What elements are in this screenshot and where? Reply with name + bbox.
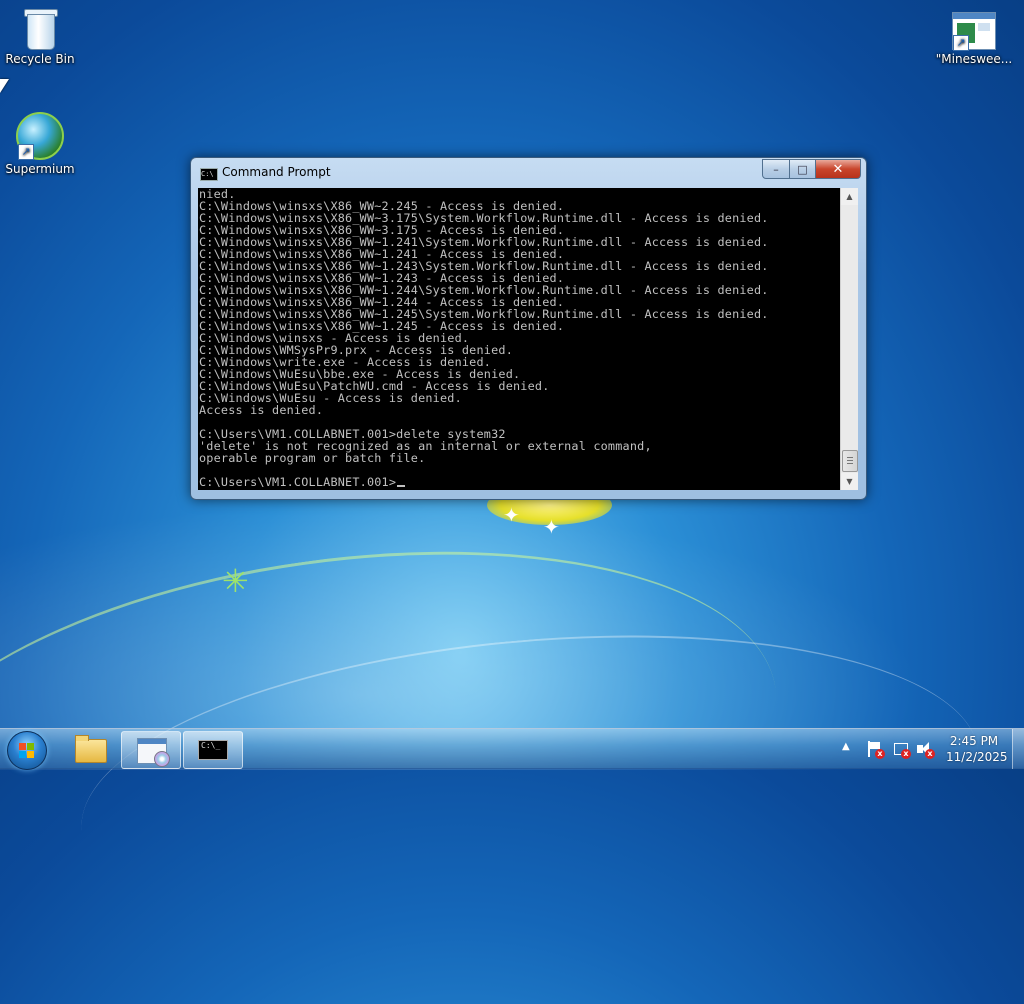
taskbar-item-program[interactable] [121, 731, 181, 769]
vertical-scrollbar[interactable]: ▲ ▼ [840, 188, 858, 490]
cmd-icon: C:\ [200, 168, 218, 181]
mouse-pointer-icon [0, 79, 9, 93]
network-icon[interactable]: x [892, 741, 911, 759]
shortcut-arrow-icon: ↗ [18, 144, 34, 160]
window-title: Command Prompt [222, 165, 331, 179]
desktop-icon-supermium[interactable]: ↗ Supermium [0, 112, 80, 176]
scroll-up-arrow-icon[interactable]: ▲ [841, 188, 858, 205]
action-center-flag-icon[interactable]: x [866, 741, 885, 759]
desktop-icon-label: "Minesweе... [935, 52, 1013, 66]
desktop-icon-label: Supermium [5, 162, 75, 176]
clock-time: 2:45 PM [949, 734, 999, 748]
wallpaper-sparkle: ✦ [503, 503, 520, 527]
cmd-icon: C:\_ [198, 740, 228, 760]
folder-icon [75, 735, 107, 763]
shortcut-arrow-icon: ↗ [953, 35, 969, 51]
command-prompt-window[interactable]: C:\ Command Prompt – □ ✕ nied. C:\Windows… [190, 157, 867, 500]
taskbar-item-explorer[interactable] [60, 731, 118, 767]
supermium-icon: ↗ [16, 112, 64, 160]
scroll-thumb[interactable] [842, 450, 858, 472]
text-cursor [397, 485, 406, 487]
console-area[interactable]: nied. C:\Windows\winsxs\X86_WW~2.245 - Ac… [198, 188, 858, 490]
system-clock[interactable]: 2:45 PM 11/2/2025 [946, 733, 1008, 765]
wallpaper-sparkle: ✦ [543, 515, 560, 539]
recycle-bin-icon [23, 8, 58, 50]
program-icon [137, 738, 170, 767]
desktop-icon-minesweeper[interactable]: ↗ "Minesweе... [934, 12, 1014, 66]
console-line: C:\Users\VM1.COLLABNET.001> [199, 476, 837, 488]
show-desktop-button[interactable] [1012, 729, 1024, 769]
maximize-button[interactable]: □ [790, 159, 816, 179]
taskbar: C:\_ ▲ x x x 2:45 PM 11/2/2025 [0, 728, 1024, 770]
console-output[interactable]: nied. C:\Windows\winsxs\X86_WW~2.245 - Ac… [199, 188, 837, 490]
start-button[interactable] [7, 731, 47, 770]
show-hidden-icons-arrow[interactable]: ▲ [842, 741, 850, 752]
volume-icon[interactable]: x [916, 741, 935, 759]
windows-logo-icon [19, 743, 35, 758]
minimize-button[interactable]: – [762, 159, 790, 179]
clock-date: 11/2/2025 [946, 750, 1008, 764]
wallpaper-sparkle: ✳ [222, 562, 249, 600]
desktop-icon-recycle-bin[interactable]: Recycle Bin [0, 8, 80, 66]
console-line: operable program or batch file. [199, 451, 426, 465]
desktop-icon-label: Recycle Bin [5, 52, 75, 66]
scroll-down-arrow-icon[interactable]: ▼ [841, 473, 858, 490]
minesweeper-shortcut-icon: ↗ [952, 12, 996, 51]
console-line: Access is denied. [199, 403, 324, 417]
window-titlebar[interactable]: C:\ Command Prompt – □ ✕ [191, 158, 866, 188]
taskbar-item-command-prompt[interactable]: C:\_ [183, 731, 243, 769]
close-button[interactable]: ✕ [816, 159, 861, 179]
